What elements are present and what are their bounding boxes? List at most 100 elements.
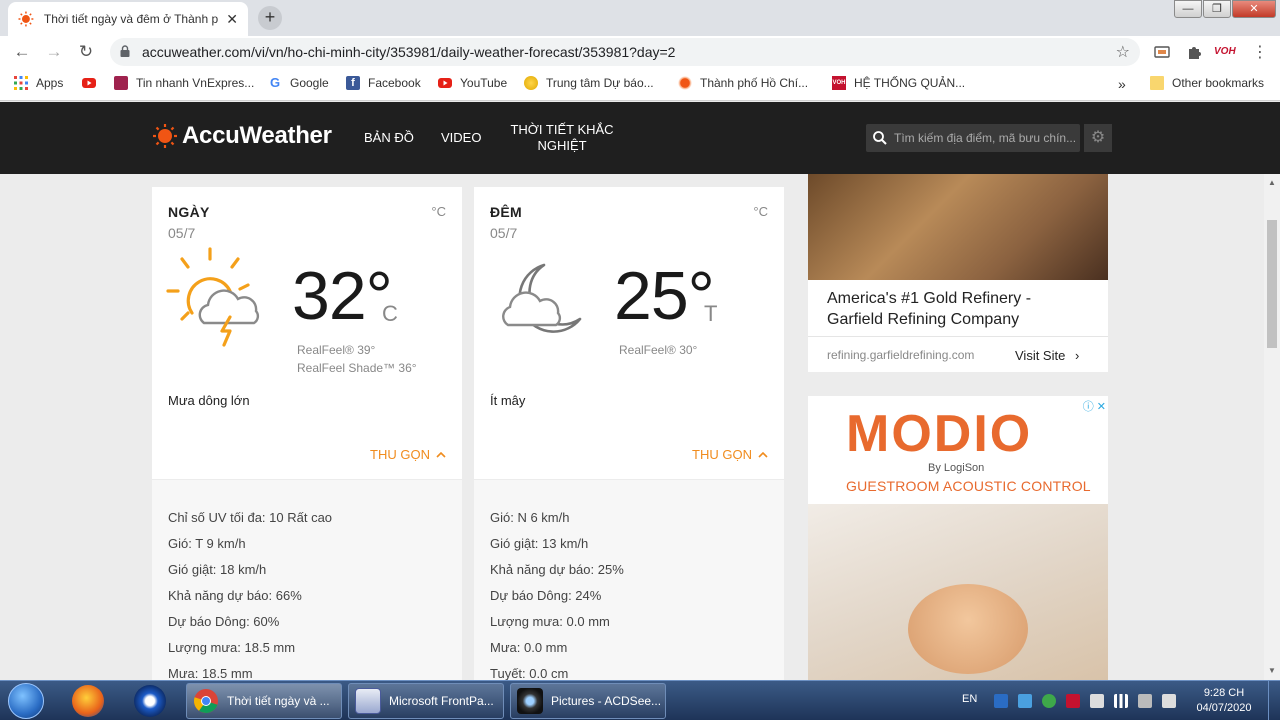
extensions-puzzle-icon[interactable] [1186, 44, 1202, 60]
bookmark-google[interactable]: G Google [268, 76, 329, 91]
address-bar[interactable]: accuweather.com/vi/vn/ho-chi-minh-city/3… [110, 38, 1140, 66]
bookmark-thanhpho[interactable]: Thành phố Hồ Chí... [678, 76, 808, 90]
forward-arrow-icon[interactable]: → [44, 42, 64, 62]
voh-extension-icon[interactable]: VOH [1214, 46, 1236, 57]
nav-severe-line2: NGHIỆT [537, 138, 587, 153]
acdsee-icon [517, 688, 543, 714]
clock-date: 04/07/2020 [1196, 702, 1252, 714]
ad-visit-site-button[interactable]: Visit Site › [1015, 348, 1079, 363]
apps-grid-icon [14, 76, 28, 90]
scroll-thumb[interactable] [1267, 220, 1277, 348]
bookmark-label: Google [290, 76, 329, 90]
accuweather-logo[interactable]: AccuWeather [152, 122, 332, 150]
night-unit: °C [753, 204, 768, 219]
bookmark-youtube-short[interactable] [82, 76, 104, 90]
night-realfeel: RealFeel® 30° [619, 341, 697, 359]
day-date: 05/7 [168, 225, 196, 241]
bookmark-vnexpress[interactable]: Tin nhanh VnExpres... [114, 76, 254, 90]
tray-antivirus-icon[interactable] [1066, 694, 1080, 708]
night-detail-wind: Gió: N 6 km/h [490, 510, 570, 525]
bookmark-youtube[interactable]: YouTube [438, 76, 507, 90]
bookmarks-bar: Apps Tin nhanh VnExpres... G Google f Fa… [0, 68, 1280, 101]
night-detail-gust: Gió giật: 13 km/h [490, 536, 589, 551]
volume-icon[interactable] [1162, 694, 1176, 708]
scroll-up-icon[interactable]: ▲ [1268, 178, 1276, 187]
nav-severe-weather[interactable]: THỜI TIẾT KHẮC NGHIỆT [502, 122, 622, 154]
frontpage-icon [355, 688, 381, 714]
tray-app-icon[interactable] [1018, 694, 1032, 708]
accuweather-sun-logo-icon [153, 124, 177, 148]
new-tab-button[interactable]: + [258, 6, 282, 30]
media-player-icon[interactable] [134, 685, 166, 717]
youtube-icon [82, 78, 96, 88]
nav-maps[interactable]: BẢN ĐỒ [364, 130, 414, 145]
chevron-right-icon: › [1074, 348, 1080, 363]
tray-app-icon[interactable] [994, 694, 1008, 708]
bookmark-star-icon[interactable]: ☆ [1116, 42, 1130, 62]
bookmark-label: Facebook [368, 76, 421, 90]
menu-kebab-icon[interactable]: ⋮ [1252, 42, 1268, 62]
bookmark-apps[interactable]: Apps [14, 76, 63, 90]
bookmark-label: Apps [36, 76, 64, 90]
back-arrow-icon[interactable]: ← [12, 42, 32, 62]
bookmark-label: Other bookmarks [1172, 76, 1265, 90]
collapse-label: THU GỌN [370, 447, 430, 462]
system-clock[interactable]: 9:28 CH 04/07/2020 [1192, 686, 1256, 716]
taskbar-frontpage[interactable]: Microsoft FrontPa... [348, 683, 504, 719]
voh-icon: VOH [832, 76, 846, 90]
ad-modio-image [808, 504, 1108, 680]
bookmark-hethong[interactable]: VOH HỆ THỐNG QUẢN... [832, 76, 965, 90]
realfeel-value: RealFeel® 39° [297, 343, 376, 357]
nav-video[interactable]: VIDEO [441, 130, 481, 145]
chevron-up-icon [758, 451, 768, 458]
tray-app-icon[interactable] [1042, 694, 1056, 708]
scroll-down-icon[interactable]: ▼ [1268, 666, 1276, 675]
day-phrase: Mưa dông lớn [168, 393, 250, 408]
accuweather-icon [678, 76, 692, 90]
reload-icon[interactable]: ↻ [76, 42, 96, 62]
location-search-input[interactable]: Tìm kiếm địa điểm, mã bưu chín... [866, 124, 1080, 152]
bookmark-facebook[interactable]: f Facebook [346, 76, 421, 90]
night-collapse-button[interactable]: THU GỌN [692, 447, 768, 462]
day-detail-uv: Chỉ số UV tối đa: 10 Rất cao [168, 510, 333, 525]
ad-close-icon[interactable]: ⓘ ✕ [1083, 398, 1106, 414]
day-details-panel: Chỉ số UV tối đa: 10 Rất cao Gió: T 9 km… [152, 480, 462, 680]
day-detail-precipitation: Lượng mưa: 18.5 mm [168, 640, 296, 655]
close-window-button[interactable]: ✕ [1232, 0, 1276, 18]
browser-tab[interactable]: Thời tiết ngày và đêm ở Thành p ✕ [8, 2, 248, 36]
ad-modio[interactable]: MODIO By LogiSon GUESTROOM ACOUSTIC CONT… [808, 396, 1108, 680]
firefox-icon[interactable] [72, 685, 104, 717]
partly-cloudy-night-icon [502, 263, 582, 333]
bookmarks-overflow-button[interactable]: » [1118, 76, 1126, 92]
search-placeholder: Tìm kiếm địa điểm, mã bưu chín... [894, 131, 1077, 145]
day-label: NGÀY [168, 204, 210, 220]
cast-icon[interactable] [1154, 44, 1170, 60]
bookmark-other[interactable]: Other bookmarks [1150, 76, 1264, 90]
ad-modio-tagline: GUESTROOM ACOUSTIC CONTROL [846, 478, 1091, 494]
maximize-button[interactable]: ❐ [1203, 0, 1231, 18]
bookmark-trungtam[interactable]: Trung tâm Dự báo... [524, 76, 654, 90]
start-button[interactable] [8, 683, 44, 719]
network-signal-icon[interactable] [1114, 694, 1128, 708]
ad-modio-by: By LogiSon [928, 462, 985, 474]
ad-gold-refinery-image [808, 174, 1108, 280]
taskbar-acdsee[interactable]: Pictures - ACDSee... [510, 683, 666, 719]
language-indicator[interactable]: EN [962, 693, 977, 705]
day-collapse-button[interactable]: THU GỌN [370, 447, 446, 462]
page-scrollbar[interactable]: ▲ ▼ [1264, 174, 1280, 680]
url-text: accuweather.com/vi/vn/ho-chi-minh-city/3… [142, 44, 676, 60]
minimize-button[interactable]: — [1174, 0, 1202, 18]
tray-app-icon[interactable] [1138, 694, 1152, 708]
ad-gold-refinery[interactable]: America's #1 Gold Refinery - Garfield Re… [808, 174, 1108, 372]
tray-flag-icon[interactable] [1090, 694, 1104, 708]
accuweather-favicon-icon [18, 11, 34, 27]
accuweather-header: AccuWeather BẢN ĐỒ VIDEO THỜI TIẾT KHẮC … [0, 102, 1280, 174]
visit-site-label: Visit Site [1015, 348, 1066, 363]
day-forecast-card: NGÀY 05/7 °C 32° C RealFeel® 39° RealFee… [152, 187, 462, 479]
show-desktop-button[interactable] [1268, 681, 1280, 720]
collapse-label: THU GỌN [692, 447, 752, 462]
lock-icon [120, 45, 130, 57]
taskbar-chrome[interactable]: Thời tiết ngày và ... [186, 683, 342, 719]
settings-gear-icon[interactable]: ⚙ [1084, 124, 1112, 152]
tab-close-icon[interactable]: ✕ [226, 11, 238, 28]
